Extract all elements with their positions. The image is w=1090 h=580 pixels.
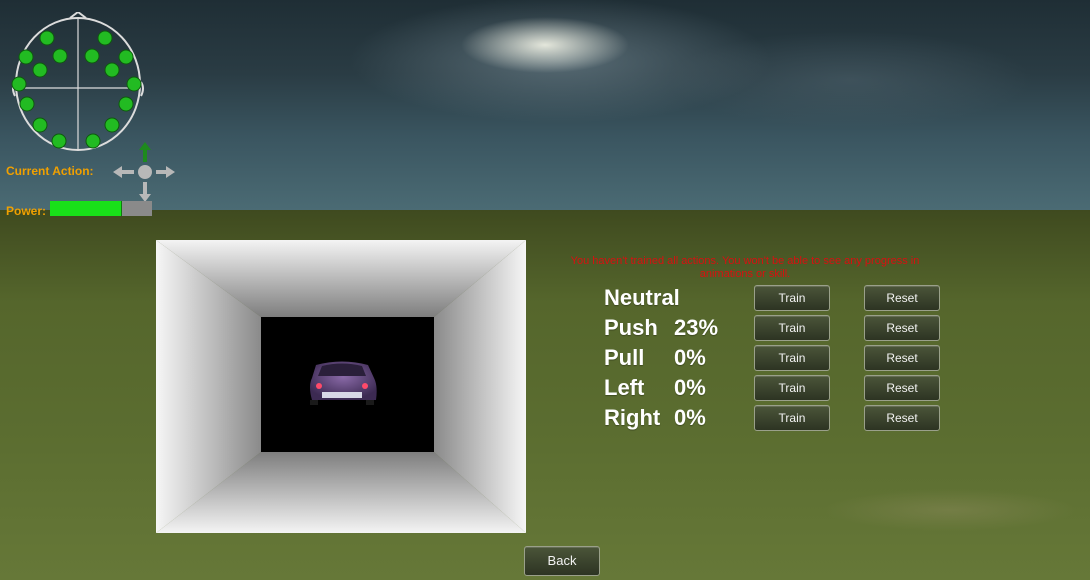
train-button-push[interactable]: Train [754, 315, 830, 341]
arrow-up-icon [139, 142, 151, 162]
power-label: Power: [6, 204, 47, 218]
reset-button-neutral[interactable]: Reset [864, 285, 940, 311]
action-percent-pull: 0% [674, 345, 706, 370]
action-name-left: Left [604, 375, 645, 400]
action-name-neutral: Neutral [604, 285, 680, 310]
electrode [104, 117, 120, 133]
electrode [52, 48, 68, 64]
power-bar-fill [50, 201, 123, 216]
current-action-label: Current Action: [6, 164, 94, 178]
action-name-right: Right [604, 405, 661, 430]
electrode [39, 30, 55, 46]
electrode [18, 49, 34, 65]
electrode [85, 133, 101, 149]
train-button-left[interactable]: Train [754, 375, 830, 401]
electrode [104, 62, 120, 78]
action-name-push: Push [604, 315, 658, 340]
electrode [19, 96, 35, 112]
action-percent-push: 23% [674, 315, 719, 340]
electrode [126, 76, 142, 92]
arrow-down-icon [139, 182, 151, 202]
reset-button-left[interactable]: Reset [864, 375, 940, 401]
back-button[interactable]: Back [524, 546, 600, 576]
arrow-left-icon [113, 166, 134, 178]
electrode [11, 76, 27, 92]
training-room-view [156, 240, 526, 533]
direction-arrows-icon [113, 142, 175, 202]
car-icon [310, 361, 377, 405]
electrode [32, 62, 48, 78]
headset-electrode-map [11, 12, 144, 151]
power-bar [50, 201, 152, 216]
electrode [32, 117, 48, 133]
train-button-neutral[interactable]: Train [754, 285, 830, 311]
electrode [118, 49, 134, 65]
train-button-pull[interactable]: Train [754, 345, 830, 371]
electrode [118, 96, 134, 112]
reset-button-right[interactable]: Reset [864, 405, 940, 431]
action-percent-right: 0% [674, 405, 706, 430]
action-name-pull: Pull [604, 345, 645, 370]
electrode [51, 133, 67, 149]
electrode [97, 30, 113, 46]
arrow-right-icon [156, 166, 175, 178]
electrode [84, 48, 100, 64]
reset-button-push[interactable]: Reset [864, 315, 940, 341]
training-warning-text: You haven't trained all actions. You won… [570, 255, 920, 280]
reset-button-pull[interactable]: Reset [864, 345, 940, 371]
action-percent-left: 0% [674, 375, 706, 400]
train-button-right[interactable]: Train [754, 405, 830, 431]
